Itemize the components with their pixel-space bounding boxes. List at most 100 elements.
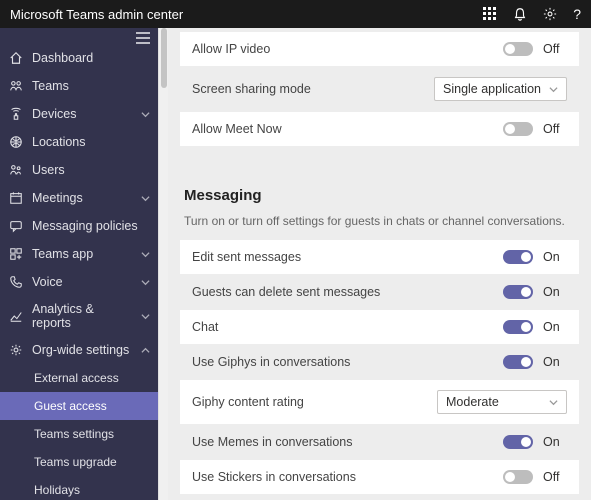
setting-row-giphy-rating: Giphy content rating Moderate bbox=[180, 380, 579, 425]
chevron-up-icon bbox=[141, 346, 150, 355]
sidebar-item-dashboard[interactable]: Dashboard bbox=[0, 44, 158, 72]
sidebar-subitem-guest-access[interactable]: Guest access bbox=[0, 392, 158, 420]
sidebar-item-teams-app[interactable]: Teams app bbox=[0, 240, 158, 268]
sidebar-item-label: Teams app bbox=[32, 247, 93, 261]
chat-icon bbox=[8, 218, 24, 234]
chevron-down-icon bbox=[141, 250, 150, 259]
sidebar-item-label: Devices bbox=[32, 107, 76, 121]
toggle-state-text: On bbox=[543, 250, 567, 264]
setting-label: Use Memes in conversations bbox=[192, 435, 503, 449]
toggle-state-text: On bbox=[543, 355, 567, 369]
sidebar-item-org-wide[interactable]: Org-wide settings bbox=[0, 336, 158, 364]
waffle-icon[interactable] bbox=[483, 7, 497, 21]
setting-label: Use Giphys in conversations bbox=[192, 355, 503, 369]
toggle-chat[interactable] bbox=[503, 320, 533, 334]
setting-row-use-stickers: Use Stickers in conversations Off bbox=[180, 460, 579, 495]
setting-label: Allow IP video bbox=[192, 42, 503, 56]
sidebar-item-users[interactable]: Users bbox=[0, 156, 158, 184]
sidebar-item-label: Org-wide settings bbox=[32, 343, 129, 357]
chevron-down-icon bbox=[549, 398, 558, 407]
setting-row-use-memes: Use Memes in conversations On bbox=[180, 425, 579, 460]
setting-label: Guests can delete sent messages bbox=[192, 285, 503, 299]
sidebar-subitem-teams-upgrade[interactable]: Teams upgrade bbox=[0, 448, 158, 476]
sidebar: Dashboard Teams Devices Locations Users … bbox=[0, 28, 158, 500]
setting-row-allow-meet-now: Allow Meet Now Off bbox=[180, 112, 579, 147]
toggle-state-text: On bbox=[543, 320, 567, 334]
select-value: Single application bbox=[443, 82, 541, 96]
devices-icon bbox=[8, 106, 24, 122]
sidebar-item-label: Analytics & reports bbox=[32, 302, 133, 330]
chevron-down-icon bbox=[141, 110, 150, 119]
sidebar-item-analytics[interactable]: Analytics & reports bbox=[0, 296, 158, 336]
sidebar-item-label: Voice bbox=[32, 275, 63, 289]
phone-icon bbox=[8, 274, 24, 290]
setting-label: Giphy content rating bbox=[192, 395, 437, 409]
setting-label: Chat bbox=[192, 320, 503, 334]
topbar: Microsoft Teams admin center ? bbox=[0, 0, 591, 28]
gear-icon bbox=[8, 342, 24, 358]
sidebar-item-locations[interactable]: Locations bbox=[0, 128, 158, 156]
setting-row-chat: Chat On bbox=[180, 310, 579, 345]
setting-label: Screen sharing mode bbox=[192, 82, 434, 96]
section-desc-messaging: Turn on or turn off settings for guests … bbox=[184, 214, 579, 228]
toggle-allow-ip-video[interactable] bbox=[503, 42, 533, 56]
setting-label: Edit sent messages bbox=[192, 250, 503, 264]
chevron-down-icon bbox=[141, 312, 150, 321]
users-icon bbox=[8, 162, 24, 178]
chevron-down-icon bbox=[141, 278, 150, 287]
toggle-state-text: Off bbox=[543, 42, 567, 56]
sidebar-item-label: Dashboard bbox=[32, 51, 93, 65]
apps-icon bbox=[8, 246, 24, 262]
sidebar-item-label: Meetings bbox=[32, 191, 83, 205]
select-value: Moderate bbox=[446, 395, 499, 409]
toggle-use-memes[interactable] bbox=[503, 435, 533, 449]
help-icon[interactable]: ? bbox=[573, 6, 581, 22]
sidebar-item-label: Teams bbox=[32, 79, 69, 93]
sidebar-item-messaging-policies[interactable]: Messaging policies bbox=[0, 212, 158, 240]
scrollbar-thumb[interactable] bbox=[161, 28, 167, 88]
chevron-down-icon bbox=[141, 194, 150, 203]
toggle-use-giphys[interactable] bbox=[503, 355, 533, 369]
sidebar-item-teams[interactable]: Teams bbox=[0, 72, 158, 100]
main-content: Allow IP video Off Screen sharing mode S… bbox=[168, 28, 591, 500]
sidebar-subitem-external-access[interactable]: External access bbox=[0, 364, 158, 392]
setting-row-immersive-reader: Allow immersive reader for viewing messa… bbox=[180, 495, 579, 500]
globe-icon bbox=[8, 134, 24, 150]
toggle-state-text: On bbox=[543, 435, 567, 449]
sidebar-item-devices[interactable]: Devices bbox=[0, 100, 158, 128]
home-icon bbox=[8, 50, 24, 66]
calendar-icon bbox=[8, 190, 24, 206]
sidebar-item-label: Messaging policies bbox=[32, 219, 138, 233]
topbar-icons: ? bbox=[483, 6, 581, 22]
sidebar-item-meetings[interactable]: Meetings bbox=[0, 184, 158, 212]
analytics-icon bbox=[8, 308, 24, 324]
toggle-allow-meet-now[interactable] bbox=[503, 122, 533, 136]
toggle-state-text: On bbox=[543, 285, 567, 299]
sidebar-subitem-teams-settings[interactable]: Teams settings bbox=[0, 420, 158, 448]
sidebar-subitem-holidays[interactable]: Holidays bbox=[0, 476, 158, 500]
sidebar-item-label: Locations bbox=[32, 135, 86, 149]
toggle-state-text: Off bbox=[543, 122, 567, 136]
setting-label: Use Stickers in conversations bbox=[192, 470, 503, 484]
toggle-guests-delete[interactable] bbox=[503, 285, 533, 299]
sidebar-collapse-button[interactable] bbox=[0, 28, 158, 44]
scrollbar-track[interactable] bbox=[158, 28, 168, 500]
gear-icon[interactable] bbox=[543, 7, 557, 21]
setting-row-allow-ip-video: Allow IP video Off bbox=[180, 32, 579, 67]
teams-icon bbox=[8, 78, 24, 94]
bell-icon[interactable] bbox=[513, 7, 527, 21]
topbar-title: Microsoft Teams admin center bbox=[10, 7, 483, 22]
toggle-use-stickers[interactable] bbox=[503, 470, 533, 484]
toggle-edit-sent-messages[interactable] bbox=[503, 250, 533, 264]
toggle-state-text: Off bbox=[543, 470, 567, 484]
setting-row-edit-sent-messages: Edit sent messages On bbox=[180, 240, 579, 275]
setting-row-screen-sharing-mode: Screen sharing mode Single application bbox=[180, 67, 579, 112]
section-title-messaging: Messaging bbox=[184, 187, 579, 204]
setting-label: Allow Meet Now bbox=[192, 122, 503, 136]
setting-row-guests-delete: Guests can delete sent messages On bbox=[180, 275, 579, 310]
select-giphy-rating[interactable]: Moderate bbox=[437, 390, 567, 414]
setting-row-use-giphys: Use Giphys in conversations On bbox=[180, 345, 579, 380]
select-screen-sharing-mode[interactable]: Single application bbox=[434, 77, 567, 101]
sidebar-item-label: Users bbox=[32, 163, 65, 177]
sidebar-item-voice[interactable]: Voice bbox=[0, 268, 158, 296]
